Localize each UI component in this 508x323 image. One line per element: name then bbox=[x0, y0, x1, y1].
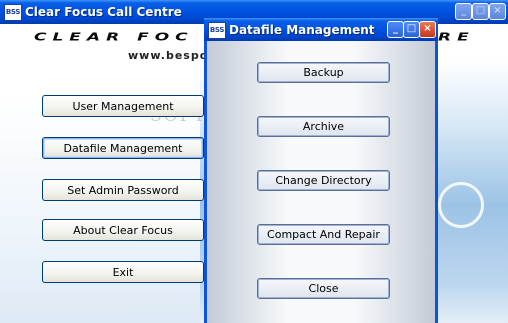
exit-button[interactable]: Exit bbox=[42, 261, 204, 283]
datafile-management-dialog: BSS Datafile Management _ □ × Backup Arc… bbox=[204, 18, 438, 323]
about-clear-focus-button[interactable]: About Clear Focus bbox=[42, 219, 204, 241]
logo-text-right: RE bbox=[438, 31, 475, 44]
change-directory-button[interactable]: Change Directory bbox=[257, 170, 390, 191]
dialog-titlebar[interactable]: BSS Datafile Management _ □ × bbox=[204, 18, 438, 41]
close-icon[interactable]: × bbox=[489, 3, 506, 20]
compact-and-repair-button[interactable]: Compact And Repair bbox=[257, 224, 390, 245]
decorative-ring bbox=[438, 182, 484, 228]
dialog-body: Backup Archive Change Directory Compact … bbox=[207, 41, 435, 323]
window-title: Clear Focus Call Centre bbox=[25, 5, 182, 19]
background-clouds-left bbox=[0, 94, 200, 323]
dialog-maximize-icon[interactable]: □ bbox=[403, 21, 420, 38]
dialog-minimize-icon[interactable]: _ bbox=[387, 21, 404, 38]
backup-button[interactable]: Backup bbox=[257, 62, 390, 83]
dialog-close-icon[interactable]: × bbox=[419, 21, 436, 38]
logo-text-left: CLEAR FOC bbox=[34, 31, 194, 44]
dialog-title: Datafile Management bbox=[229, 23, 375, 37]
archive-button[interactable]: Archive bbox=[257, 116, 390, 137]
user-management-button[interactable]: User Management bbox=[42, 95, 204, 117]
app-icon: BSS bbox=[4, 4, 22, 21]
maximize-icon[interactable]: □ bbox=[472, 3, 489, 20]
logo-banner: CLEAR FOC RE bbox=[34, 31, 469, 44]
minimize-icon[interactable]: _ bbox=[455, 3, 472, 20]
set-admin-password-button[interactable]: Set Admin Password bbox=[42, 179, 204, 201]
close-button[interactable]: Close bbox=[257, 278, 390, 299]
logo-url: www.bespo bbox=[128, 49, 209, 62]
datafile-management-button[interactable]: Datafile Management bbox=[42, 137, 204, 159]
dialog-app-icon: BSS bbox=[208, 22, 226, 39]
